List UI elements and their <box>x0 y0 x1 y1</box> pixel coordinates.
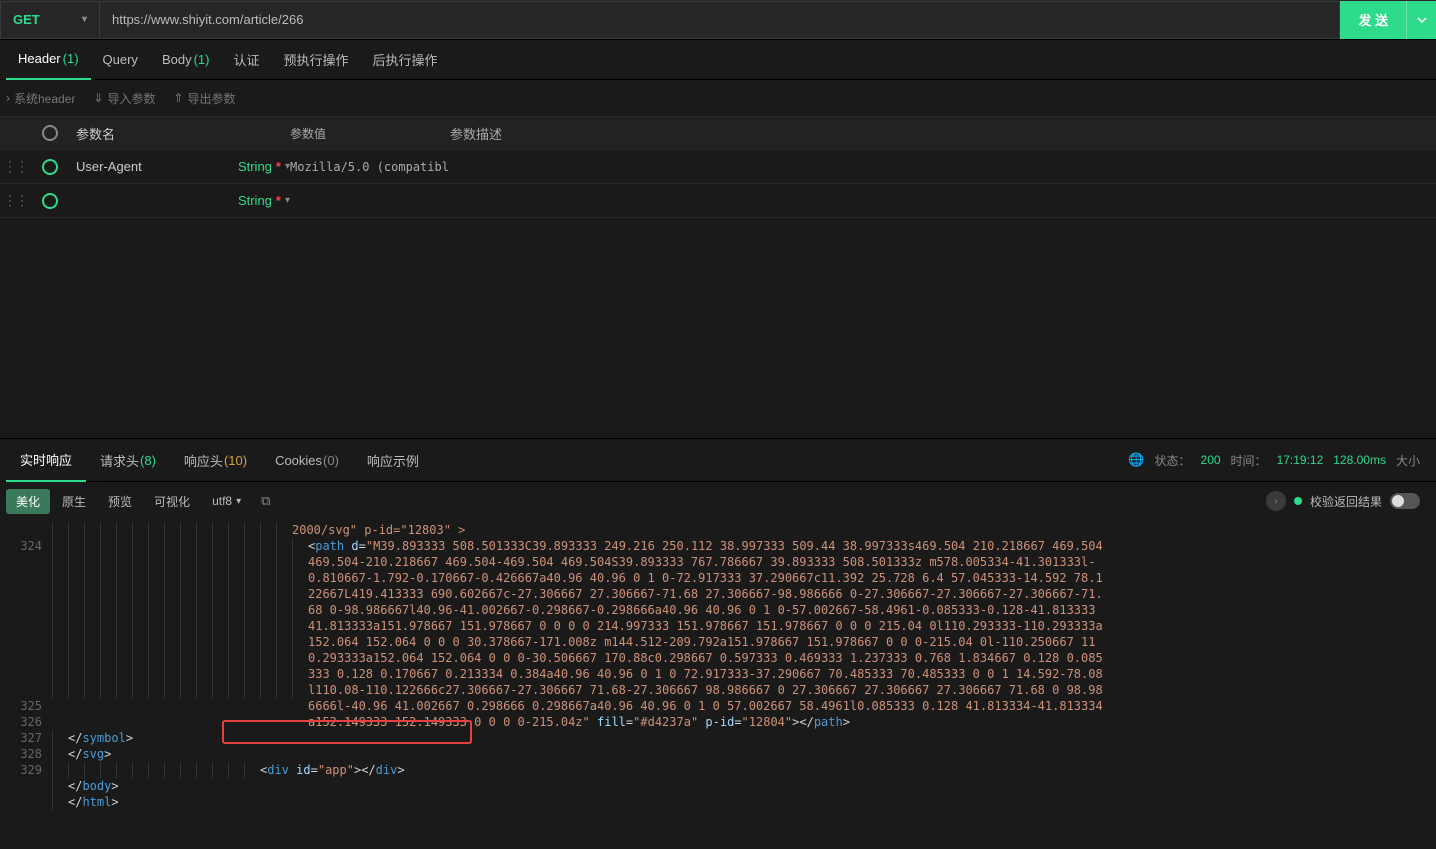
chevron-down-icon: ▾ <box>236 496 241 507</box>
copy-icon[interactable]: ⧉ <box>261 493 270 509</box>
table-header: 参数名 参数值 参数描述 <box>0 116 1436 150</box>
verify-result-label: 校验返回结果 <box>1310 493 1382 510</box>
row-checkbox[interactable] <box>42 193 58 209</box>
verify-toggle[interactable] <box>1390 493 1420 509</box>
view-mode-可视化[interactable]: 可视化 <box>144 489 200 514</box>
param-name-input[interactable]: User-Agent <box>76 159 142 174</box>
param-value-input[interactable]: Mozilla/5.0 (compatibl <box>290 160 450 174</box>
chevron-right-icon: › <box>6 91 10 105</box>
drag-handle-icon[interactable]: ⋮⋮ <box>3 192 27 209</box>
response-tab-请求头[interactable]: 请求头(8) <box>86 438 170 482</box>
tab-header[interactable]: Header (1) <box>6 40 91 80</box>
tab-预执行操作[interactable]: 预执行操作 <box>271 40 360 80</box>
response-body-code[interactable]: 324325326327328329 2000/svg" p-id="12803… <box>0 520 1436 810</box>
send-button[interactable]: 发 送 <box>1340 1 1436 39</box>
table-row: ⋮⋮ String*▾ <box>0 184 1436 218</box>
response-tab-实时响应[interactable]: 实时响应 <box>6 438 86 482</box>
expand-icon[interactable]: › <box>1266 491 1286 511</box>
http-method-select[interactable]: GET ▾ <box>0 1 100 39</box>
response-tab-Cookies[interactable]: Cookies(0) <box>261 438 353 482</box>
system-header-toggle[interactable]: › 系统header <box>6 90 75 107</box>
status-code: 200 <box>1201 453 1221 467</box>
view-mode-预览[interactable]: 预览 <box>98 489 142 514</box>
upload-icon: ⇑ <box>173 91 183 105</box>
drag-handle-icon[interactable]: ⋮⋮ <box>3 158 27 175</box>
headers-table: 参数名 参数值 参数描述 ⋮⋮ User-Agent String*▾ Mozi… <box>0 116 1436 218</box>
chevron-down-icon[interactable]: ▾ <box>285 195 290 206</box>
chevron-down-icon <box>1417 15 1427 25</box>
url-input[interactable] <box>100 1 1340 39</box>
chevron-down-icon: ▾ <box>82 14 87 25</box>
row-checkbox[interactable] <box>42 159 58 175</box>
response-status-bar: 🌐 状态： 200 时间： 17:19:12 128.00ms 大小 <box>1128 452 1430 469</box>
encoding-select[interactable]: utf8 ▾ <box>204 490 249 512</box>
response-duration: 128.00ms <box>1333 453 1386 467</box>
import-params-button[interactable]: ⇓ 导入参数 <box>93 90 155 107</box>
tab-body[interactable]: Body (1) <box>150 40 222 80</box>
tab-认证[interactable]: 认证 <box>221 40 271 80</box>
column-header-value: 参数值 <box>290 125 450 142</box>
response-tab-响应头[interactable]: 响应头(10) <box>170 438 261 482</box>
view-mode-美化[interactable]: 美化 <box>6 489 50 514</box>
column-header-name: 参数名 <box>70 124 290 143</box>
select-all-checkbox[interactable] <box>42 125 58 141</box>
download-icon: ⇓ <box>93 91 103 105</box>
globe-icon: 🌐 <box>1128 452 1144 468</box>
response-time: 17:19:12 <box>1277 453 1324 467</box>
export-params-button[interactable]: ⇑ 导出参数 <box>173 90 235 107</box>
status-dot-icon <box>1294 497 1302 505</box>
table-row: ⋮⋮ User-Agent String*▾ Mozilla/5.0 (comp… <box>0 150 1436 184</box>
view-mode-原生[interactable]: 原生 <box>52 489 96 514</box>
column-header-desc: 参数描述 <box>450 124 1436 143</box>
send-button-label: 发 送 <box>1340 10 1406 29</box>
send-split-dropdown[interactable] <box>1406 1 1436 39</box>
response-tab-响应示例[interactable]: 响应示例 <box>353 438 433 482</box>
http-method-label: GET <box>13 12 40 27</box>
response-size-label: 大小 <box>1396 452 1420 469</box>
tab-后执行操作[interactable]: 后执行操作 <box>361 40 450 80</box>
tab-query[interactable]: Query <box>91 40 150 80</box>
